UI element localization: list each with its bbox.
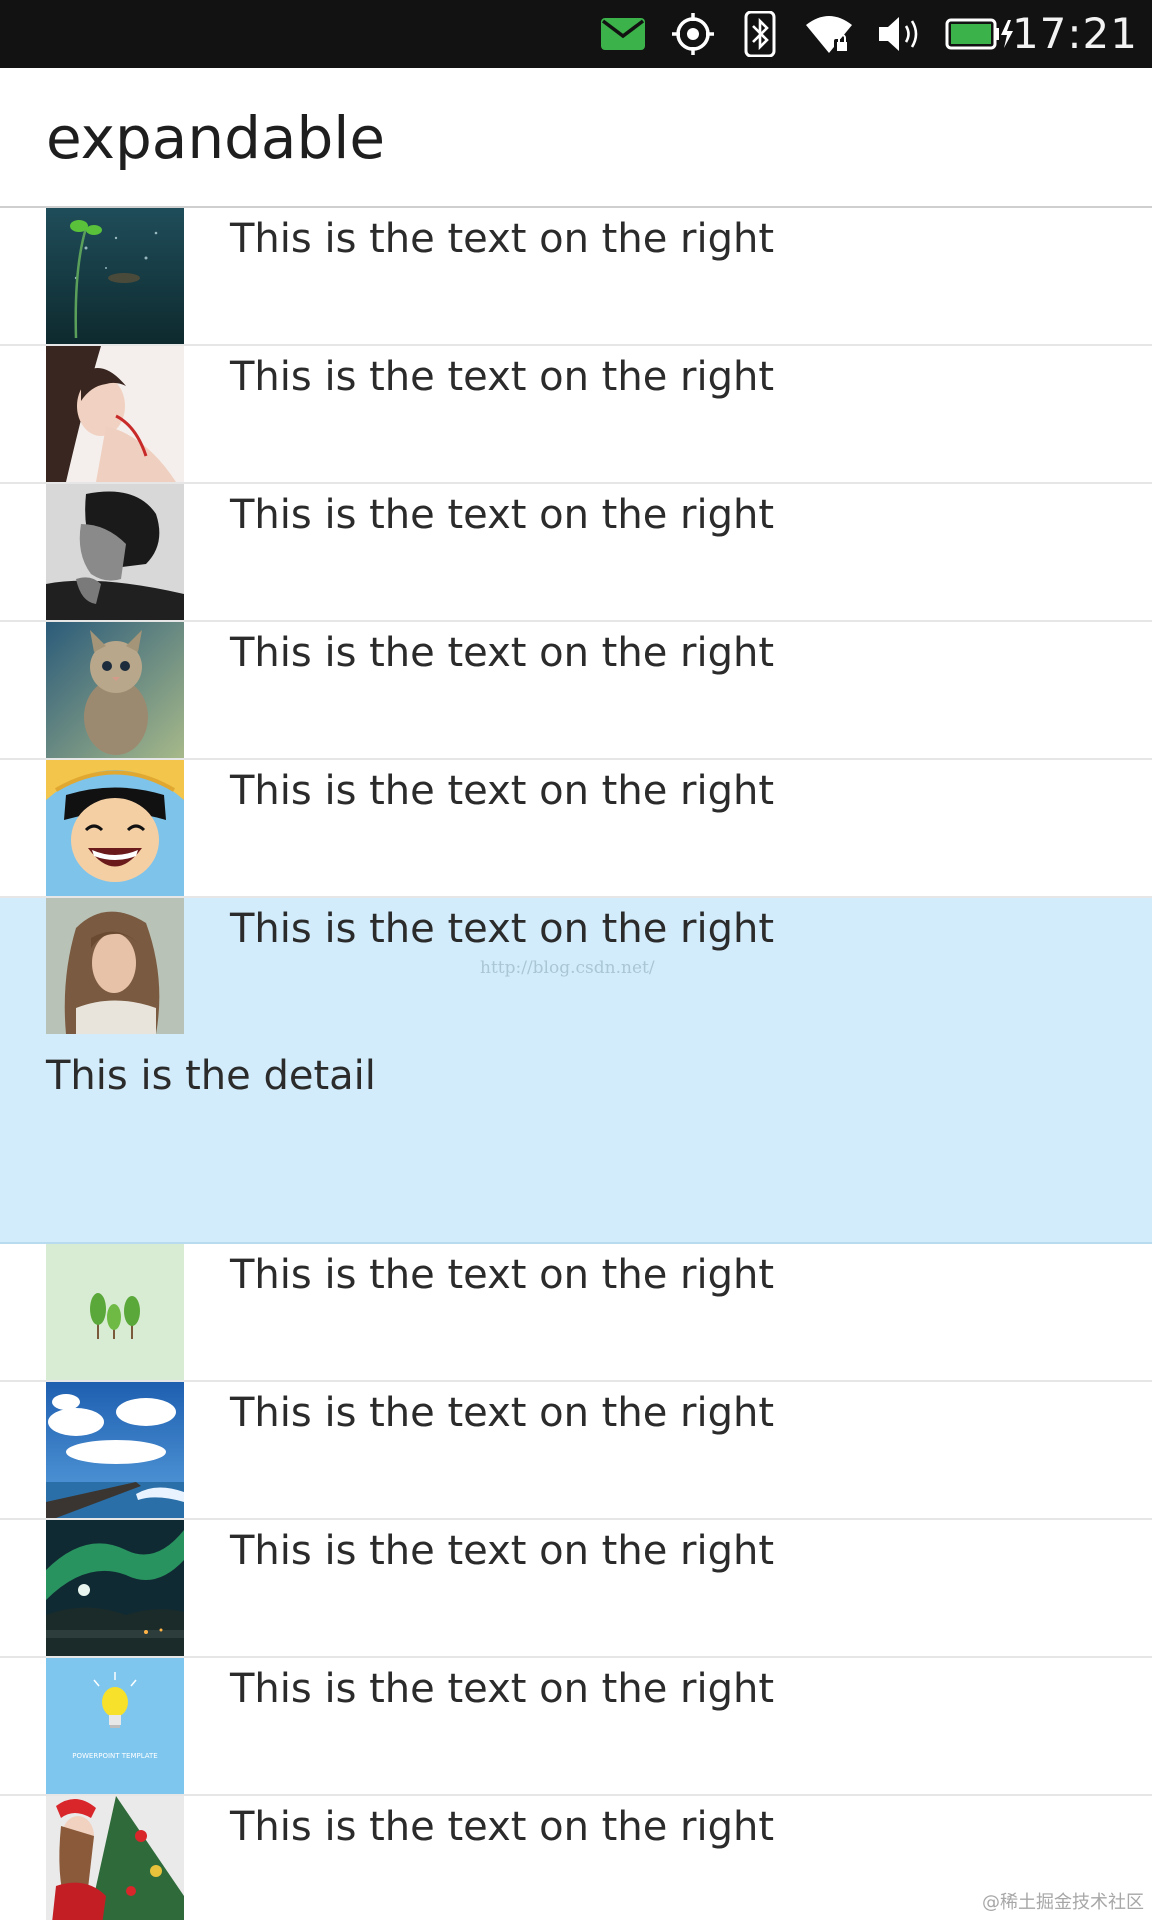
list-item[interactable]: This is the text on the right bbox=[0, 484, 1152, 622]
row-text: This is the text on the right bbox=[230, 1666, 775, 1712]
battery-charging-icon bbox=[944, 12, 1016, 56]
kitten-image bbox=[46, 622, 184, 758]
list-item[interactable]: This is the text on the right bbox=[0, 1796, 1152, 1920]
row-text: This is the text on the right bbox=[230, 216, 775, 262]
woman-portrait-image bbox=[46, 346, 184, 482]
list-item[interactable]: This is the text on the right bbox=[0, 1520, 1152, 1658]
row-text: This is the text on the right bbox=[230, 1390, 775, 1436]
list-item[interactable]: This is the text on the right bbox=[0, 208, 1152, 346]
aurora-night-image bbox=[46, 1520, 184, 1656]
row-text: This is the text on the right bbox=[230, 906, 775, 952]
watermark-url: http://blog.csdn.net/ bbox=[480, 958, 655, 978]
row-text: This is the text on the right bbox=[230, 1528, 775, 1574]
row-text: This is the text on the right bbox=[230, 1804, 775, 1850]
location-icon[interactable] bbox=[668, 12, 718, 56]
row-text: This is the text on the right bbox=[230, 354, 775, 400]
list-item[interactable]: This is the text on the right bbox=[0, 346, 1152, 484]
list-item[interactable]: This is the text on the right bbox=[0, 622, 1152, 760]
long-hair-portrait-image bbox=[46, 898, 184, 1034]
bluetooth-icon[interactable] bbox=[740, 11, 780, 57]
clock-time: 17:21 bbox=[1011, 9, 1138, 58]
status-bar: 17:21 bbox=[0, 0, 1152, 68]
page-title: expandable bbox=[46, 104, 386, 172]
volume-icon[interactable] bbox=[876, 12, 922, 56]
list-item[interactable]: This is the text on the right bbox=[0, 1244, 1152, 1382]
wifi-icon[interactable] bbox=[802, 12, 856, 56]
christmas-tree-girl-image bbox=[46, 1796, 184, 1920]
list-item[interactable]: This is the text on the right bbox=[0, 760, 1152, 898]
site-watermark: @稀土掘金技术社区 bbox=[982, 1892, 1144, 1913]
detail-text: This is the detail bbox=[46, 1053, 376, 1099]
mail-icon[interactable] bbox=[598, 12, 648, 56]
row-text: This is the text on the right bbox=[230, 492, 775, 538]
list-item[interactable]: POWERPOINT TEMPLATE This is the text on … bbox=[0, 1658, 1152, 1796]
cartoon-straw-hat-boy-image bbox=[46, 760, 184, 896]
sky-clouds-pier-image bbox=[46, 1382, 184, 1518]
green-trees-illustration-image bbox=[46, 1244, 184, 1380]
row-text: This is the text on the right bbox=[230, 768, 775, 814]
list-item-expanded[interactable]: This is the text on the right http://blo… bbox=[0, 898, 1152, 1244]
svg-text:POWERPOINT TEMPLATE: POWERPOINT TEMPLATE bbox=[72, 1752, 157, 1760]
underwater-sprout-image bbox=[46, 208, 184, 344]
row-text: This is the text on the right bbox=[230, 630, 775, 676]
row-text: This is the text on the right bbox=[230, 1252, 775, 1298]
list-item[interactable]: This is the text on the right bbox=[0, 1382, 1152, 1520]
app-header: expandable bbox=[0, 68, 1152, 208]
lightbulb-template-image: POWERPOINT TEMPLATE bbox=[46, 1658, 184, 1794]
man-profile-bw-image bbox=[46, 484, 184, 620]
expandable-list: This is the text on the right This is th… bbox=[0, 208, 1152, 1920]
